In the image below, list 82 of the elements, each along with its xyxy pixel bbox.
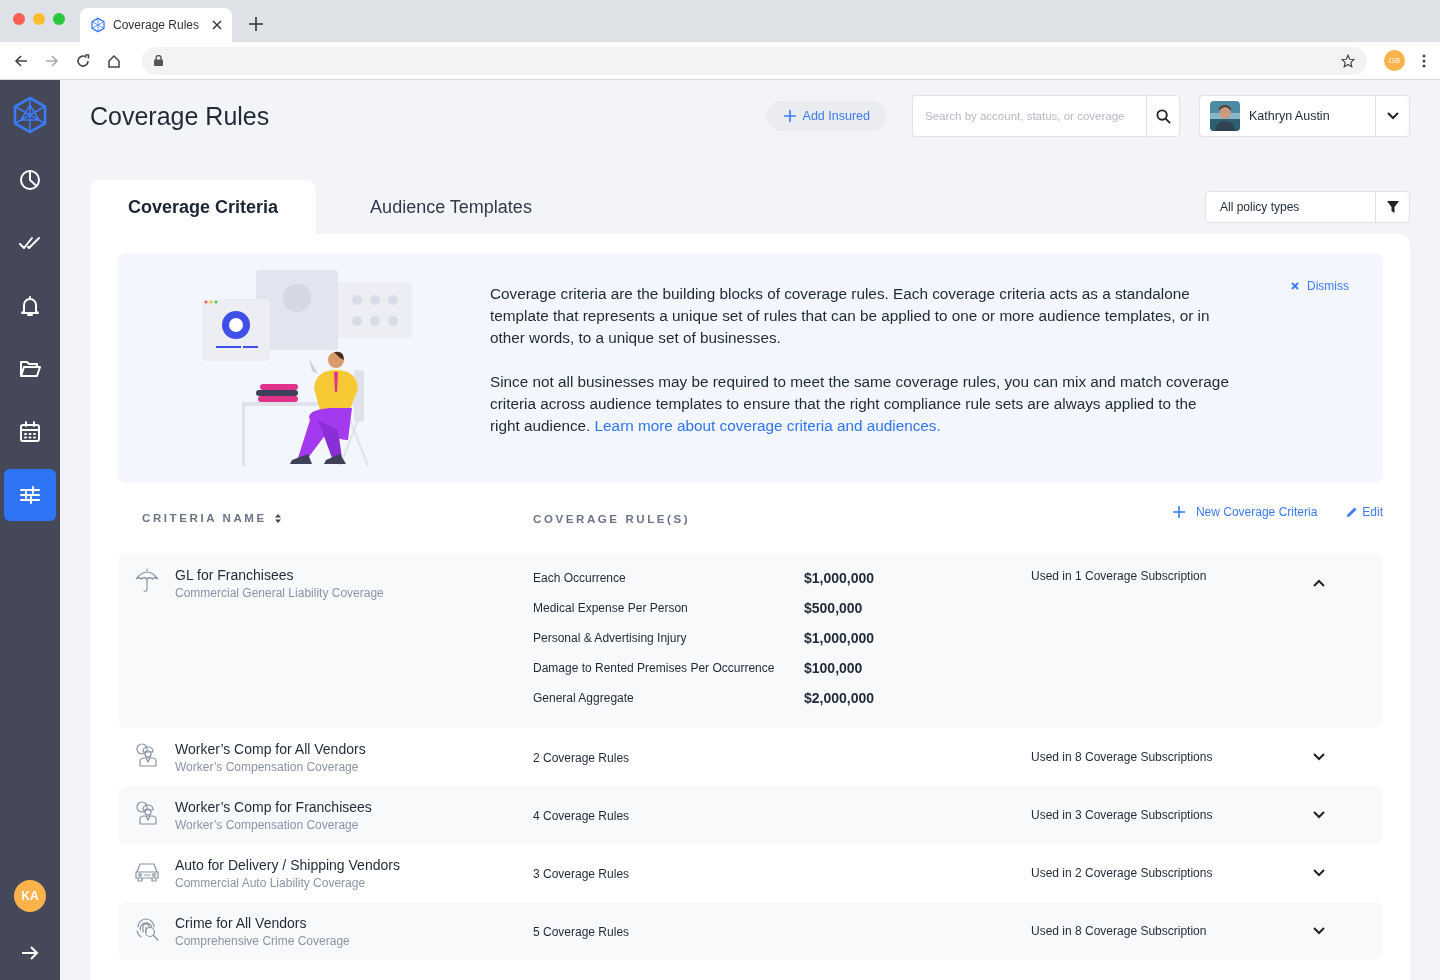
umbrella-icon: [134, 567, 160, 593]
sliders-icon: [18, 483, 42, 507]
tab[interactable]: Coverage Criteria: [90, 180, 316, 234]
plus-icon: [1172, 506, 1185, 518]
learn-more-link[interactable]: Learn more about coverage criteria and audiences.: [594, 417, 941, 434]
rule-count: 2 Coverage Rules: [533, 751, 630, 765]
browser-tab[interactable]: Coverage Rules: [80, 8, 232, 42]
lock-icon: [154, 55, 163, 66]
tab-title: Coverage Rules: [113, 18, 201, 32]
criteria-row[interactable]: Worker’s Comp for Franchisees Worker’s Compensation Coverage 4 Coverage Rules Used in 3 Coverage Subscriptions: [118, 786, 1383, 844]
logo-icon: [90, 17, 106, 33]
rule-count: 3 Coverage Rules: [533, 867, 630, 881]
chevron-down-icon[interactable]: [1313, 927, 1325, 935]
rule-amount: $1,000,000: [804, 569, 876, 588]
rule-amount: $2,000,000: [804, 689, 876, 708]
sort-icon[interactable]: [274, 513, 281, 523]
rule-amount: $1,000,000: [804, 629, 876, 648]
column-header: COVERAGE RULE(S): [533, 513, 691, 525]
arrow-right-icon[interactable]: [21, 946, 39, 960]
coverage-type: Commercial General Liability Coverage: [175, 586, 384, 600]
chevron-down-icon[interactable]: [1313, 869, 1325, 877]
criteria-name: Crime for All Vendors: [175, 914, 308, 931]
coverage-type: Worker’s Compensation Coverage: [175, 759, 360, 774]
page-title: Coverage Rules: [90, 101, 270, 131]
usage-text: Used in 1 Coverage Subscription: [1031, 569, 1208, 583]
home-icon[interactable]: [107, 53, 121, 68]
rule-name: Medical Expense Per Person: [533, 600, 689, 617]
search-icon: [1155, 108, 1171, 124]
rule-name: Damage to Rented Premises Per Occurrence: [533, 660, 776, 677]
pie-chart-icon: [18, 168, 42, 192]
criteria-name: Worker’s Comp for All Vendors: [175, 740, 366, 757]
policy-type-filter[interactable]: All policy types: [1205, 191, 1410, 223]
calendar-icon: [18, 420, 42, 444]
rule-amount: $100,000: [804, 659, 864, 678]
chevron-down-icon: [1386, 112, 1399, 120]
rule-amount: $500,000: [804, 599, 864, 618]
pencil-icon: [1347, 507, 1358, 517]
criteria-name: Worker’s Comp for Franchisees: [175, 798, 372, 815]
new-tab-icon[interactable]: [249, 17, 263, 31]
dismiss-button[interactable]: Dismiss: [1291, 279, 1349, 293]
chevron-up-icon[interactable]: [1313, 579, 1325, 587]
reload-icon[interactable]: [76, 53, 90, 68]
criteria-name: Auto for Delivery / Shipping Vendors: [175, 856, 400, 873]
star-icon[interactable]: [1341, 53, 1355, 68]
chevron-down-icon[interactable]: [1313, 811, 1325, 819]
close-icon[interactable]: [212, 20, 222, 30]
coverage-type: Worker’s Compensation Coverage: [175, 817, 360, 832]
criteria-row[interactable]: Worker’s Comp for All Vendors Worker’s Compensation Coverage 2 Coverage Rules Used in 8 Coverage Subscriptions: [118, 728, 1383, 786]
sidebar-item[interactable]: [4, 469, 56, 521]
coverage-type: Commercial Auto Liability Coverage: [175, 875, 367, 890]
banner-paragraph: Coverage criteria are the building blocks of coverage rules. Each coverage criteria acts as a standalone template that represents a unique set of rules that can be applied to one or more audience templates, or in other words, to a unique set of businesses.: [490, 284, 1211, 348]
filter-icon: [1386, 201, 1399, 213]
worker-icon: [134, 798, 160, 825]
criteria-name: GL for Franchisees: [175, 567, 295, 583]
usage-text: Used in 8 Coverage Subscriptions: [1031, 750, 1213, 764]
bell-icon: [18, 294, 42, 318]
user-menu[interactable]: Kathryn Austin: [1199, 95, 1410, 137]
close-icon: [1291, 282, 1299, 290]
search-button[interactable]: [1146, 95, 1180, 137]
edit-button[interactable]: Edit: [1347, 505, 1383, 519]
menu-icon[interactable]: [1422, 53, 1426, 68]
plus-icon: [783, 110, 796, 122]
criteria-row[interactable]: Crime for All Vendors Comprehensive Crime Coverage 5 Coverage Rules Used in 8 Coverage Subscription: [118, 902, 1383, 960]
worker-icon: [134, 740, 160, 767]
usage-text: Used in 8 Coverage Subscription: [1031, 924, 1207, 938]
user-name: Kathryn Austin: [1249, 109, 1331, 123]
rule-name: General Aggregate: [533, 690, 635, 707]
column-header[interactable]: CRITERIA NAME: [142, 512, 267, 524]
coverage-type: Comprehensive Crime Coverage: [175, 933, 350, 948]
rule-name: Each Occurrence: [533, 570, 627, 587]
usage-text: Used in 3 Coverage Subscriptions: [1031, 808, 1213, 822]
rule-name: Personal & Advertising Injury: [533, 630, 688, 647]
criteria-row[interactable]: Auto for Delivery / Shipping Vendors Commercial Auto Liability Coverage 3 Coverage Rules Used in 2 Coverage Subscriptions: [118, 844, 1383, 902]
chevron-down-icon[interactable]: [1313, 753, 1325, 761]
back-icon[interactable]: [14, 53, 28, 68]
search-field[interactable]: Search by account, status, or coverage: [912, 95, 1146, 137]
tab[interactable]: Audience Templates: [338, 180, 564, 234]
rule-count: 5 Coverage Rules: [533, 925, 630, 939]
new-criteria-button[interactable]: New Coverage Criteria: [1172, 505, 1318, 519]
banner-paragraph: Since not all businesses may be required to meet the same coverage rules, you can mix and match coverage criteria across audience templates to ensure that the right compliance rule sets are always applied to the right audience. Learn more about coverage criteria and audiences.: [490, 372, 1230, 436]
usage-text: Used in 2 Coverage Subscriptions: [1031, 866, 1213, 880]
rule-count: 4 Coverage Rules: [533, 809, 630, 823]
